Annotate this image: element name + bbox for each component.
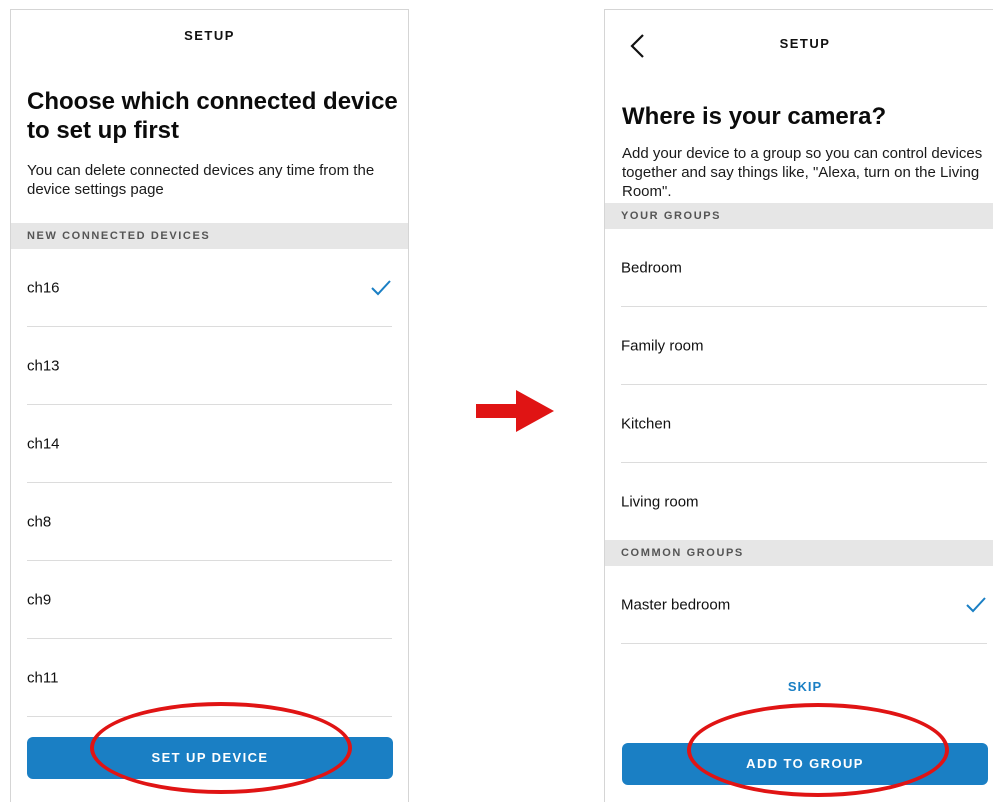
group-label: Living room	[621, 493, 699, 511]
device-label: ch16	[27, 279, 60, 296]
section-header-your-groups: YOUR GROUPS	[605, 203, 993, 229]
device-label: ch9	[27, 591, 52, 608]
device-label: ch13	[27, 357, 60, 374]
page-title: Where is your camera?	[622, 103, 887, 130]
group-label: Bedroom	[621, 259, 682, 276]
page-description: Add your device to a group so you can co…	[622, 145, 983, 200]
device-selection-screen: SETUP Choose which connected device to s…	[10, 9, 409, 802]
add-to-group-button[interactable]: ADD TO GROUP	[622, 743, 988, 785]
group-label: Family room	[621, 337, 704, 354]
group-row-bedroom[interactable]: Bedroom	[621, 229, 987, 307]
device-row-ch8[interactable]: ch8	[27, 483, 392, 561]
group-row-living-room[interactable]: Living room	[621, 463, 987, 541]
group-row-family-room[interactable]: Family room	[621, 307, 987, 385]
checkmark-icon	[966, 596, 986, 612]
group-row-master-bedroom[interactable]: Master bedroom	[621, 566, 987, 644]
checkmark-icon	[371, 279, 391, 295]
header-title: SETUP	[779, 36, 831, 51]
device-row-ch13[interactable]: ch13	[27, 327, 392, 405]
device-label: ch14	[27, 435, 60, 452]
device-row-ch9[interactable]: ch9	[27, 561, 392, 639]
device-row-ch16[interactable]: ch16	[27, 249, 392, 327]
section-header-new-devices: NEW CONNECTED DEVICES	[11, 223, 408, 249]
group-row-kitchen[interactable]: Kitchen	[621, 385, 987, 463]
header-title: SETUP	[184, 28, 235, 43]
group-label: Kitchen	[621, 415, 672, 432]
device-label: ch8	[27, 513, 52, 530]
group-selection-screen: SETUP Where is your camera? Add your dev…	[604, 9, 993, 802]
set-up-device-button[interactable]: SET UP DEVICE	[27, 737, 393, 779]
device-label: ch11	[27, 669, 59, 686]
page-title: Choose which connected device to set up …	[27, 88, 398, 144]
device-row-ch14[interactable]: ch14	[27, 405, 392, 483]
page-description: You can delete connected devices any tim…	[27, 162, 375, 198]
device-row-ch11[interactable]: ch11	[27, 639, 392, 717]
skip-link[interactable]: SKIP	[605, 679, 993, 694]
right-arrow-icon	[476, 390, 554, 432]
group-label: Master bedroom	[621, 596, 731, 613]
section-header-common-groups: COMMON GROUPS	[605, 540, 993, 566]
